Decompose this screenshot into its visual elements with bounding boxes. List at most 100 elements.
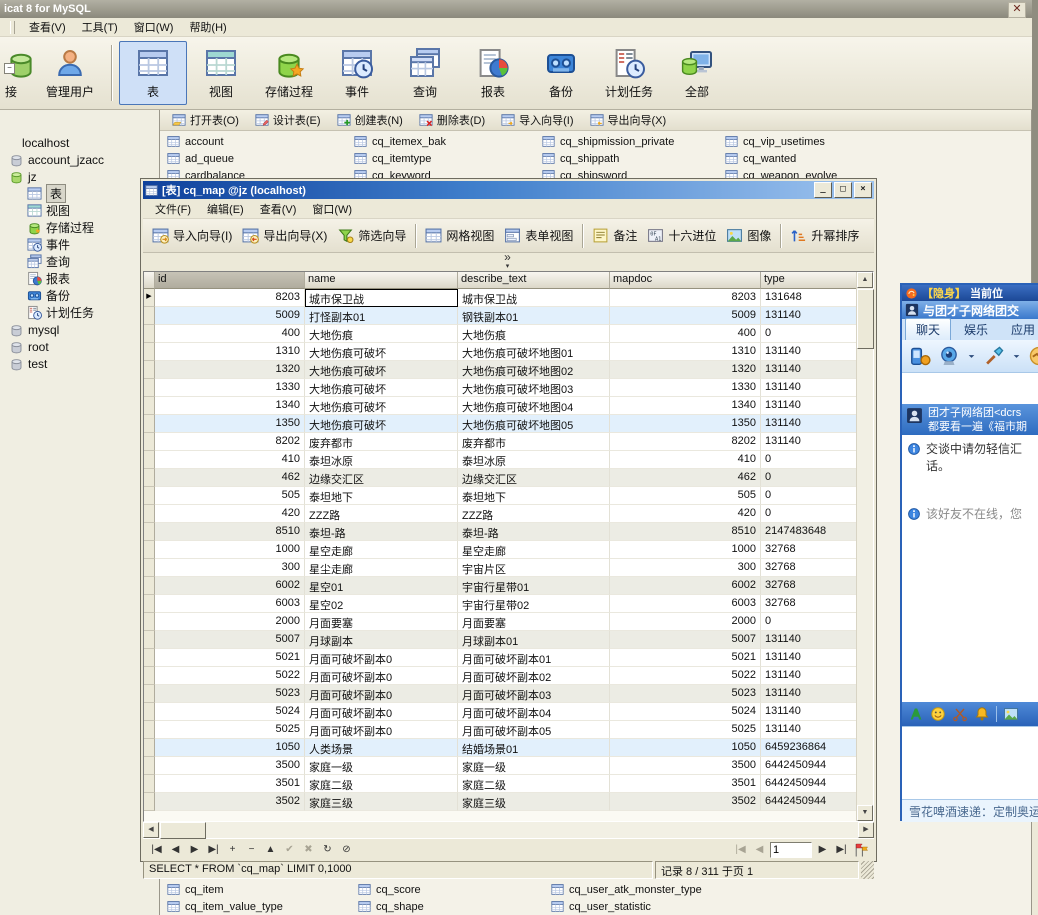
grid-cell[interactable]: 月面可破坏副本03 bbox=[458, 685, 610, 703]
object-toolbar-button[interactable]: 导出向导(X) bbox=[590, 112, 667, 128]
grid-cell[interactable]: 月面要塞 bbox=[305, 613, 458, 631]
table-row[interactable]: 1320大地伤痕可破坏大地伤痕可破坏地图021320131140 bbox=[144, 361, 857, 379]
grid-cell[interactable]: 5024 bbox=[610, 703, 761, 721]
grid-cell[interactable]: 5021 bbox=[155, 649, 305, 667]
table-row[interactable]: 3502家庭三级家庭三级35026442450944 bbox=[144, 793, 857, 811]
grid-cell[interactable]: 宇宙片区 bbox=[458, 559, 610, 577]
grid-cell[interactable]: 0 bbox=[761, 469, 857, 487]
chat-input-area[interactable] bbox=[902, 726, 1038, 799]
table-row[interactable]: 300星尘走廊宇宙片区30032768 bbox=[144, 559, 857, 577]
grid-cell[interactable]: 泰坦地下 bbox=[458, 487, 610, 505]
grid-cell[interactable]: 400 bbox=[610, 325, 761, 343]
toolbar-overflow-chevron[interactable]: »▾ bbox=[143, 253, 874, 271]
last-page-button[interactable]: ▶| bbox=[832, 841, 851, 859]
table-row[interactable]: 6003星空02宇宙行星带02600332768 bbox=[144, 595, 857, 613]
grid-cell[interactable]: 131140 bbox=[761, 343, 857, 361]
grid-cell[interactable]: 1050 bbox=[610, 739, 761, 757]
table-list-item[interactable]: cq_score bbox=[358, 883, 421, 896]
minimize-icon[interactable]: _ bbox=[814, 182, 832, 198]
grid-cell[interactable]: 家庭三级 bbox=[458, 793, 610, 811]
flags-icon[interactable] bbox=[852, 842, 870, 858]
grid-cell[interactable]: 32768 bbox=[761, 595, 857, 613]
grid-cell[interactable]: 大地伤痕可破坏地图04 bbox=[458, 397, 610, 415]
tree-item[interactable]: 事件 bbox=[0, 236, 159, 253]
row-marker[interactable] bbox=[144, 451, 155, 469]
toolbar-button[interactable]: 管理用户 bbox=[36, 41, 104, 105]
row-marker[interactable] bbox=[144, 613, 155, 631]
row-marker[interactable] bbox=[144, 685, 155, 703]
row-marker[interactable] bbox=[144, 757, 155, 775]
row-marker[interactable] bbox=[144, 739, 155, 757]
grid-cell[interactable]: 131140 bbox=[761, 433, 857, 451]
row-marker[interactable] bbox=[144, 595, 155, 613]
grid-cell[interactable]: 废弃都市 bbox=[305, 433, 458, 451]
grid-corner-cell[interactable] bbox=[144, 272, 155, 289]
grid-cell[interactable]: 131140 bbox=[761, 685, 857, 703]
grid-cell[interactable]: 1350 bbox=[155, 415, 305, 433]
grid-cell[interactable]: 420 bbox=[155, 505, 305, 523]
grid-cell[interactable]: 月面可破坏副本0 bbox=[305, 685, 458, 703]
grid-cell[interactable]: 6442450944 bbox=[761, 775, 857, 793]
first-page-button[interactable]: |◀ bbox=[731, 841, 750, 859]
grid-cell[interactable]: 城市保卫战 bbox=[305, 289, 458, 307]
menu-item[interactable]: 工具(T) bbox=[74, 17, 126, 37]
grid-cell[interactable]: 宇宙行星带01 bbox=[458, 577, 610, 595]
grid-cell[interactable]: 月面可破坏副本01 bbox=[458, 649, 610, 667]
page-input[interactable] bbox=[770, 842, 812, 858]
table-window-titlebar[interactable]: [表] cq_map @jz (localhost) _ □ × bbox=[143, 181, 874, 199]
grid-cell[interactable]: 大地伤痕可破坏 bbox=[305, 343, 458, 361]
tree-item[interactable]: 备份 bbox=[0, 287, 159, 304]
grid-cell[interactable]: 5023 bbox=[155, 685, 305, 703]
tree-item[interactable]: mysql bbox=[0, 321, 159, 338]
grid-cell[interactable]: 1050 bbox=[155, 739, 305, 757]
toolbar-button[interactable]: 全部 bbox=[663, 41, 731, 105]
grid-cell[interactable]: 410 bbox=[155, 451, 305, 469]
grid-cell[interactable]: 131140 bbox=[761, 631, 857, 649]
table-row[interactable]: 462边缘交汇区边缘交汇区4620 bbox=[144, 469, 857, 487]
row-marker[interactable] bbox=[144, 631, 155, 649]
object-toolbar-button[interactable]: 设计表(E) bbox=[255, 112, 321, 128]
row-marker[interactable] bbox=[144, 721, 155, 739]
grid-cell[interactable]: 3502 bbox=[155, 793, 305, 811]
table-row[interactable]: 400大地伤痕大地伤痕4000 bbox=[144, 325, 857, 343]
grid-cell[interactable]: 星空02 bbox=[305, 595, 458, 613]
stop-button[interactable]: ⊘ bbox=[337, 841, 356, 859]
grid-cell[interactable]: 大地伤痕可破坏地图01 bbox=[458, 343, 610, 361]
grid-cell[interactable]: 月球副本 bbox=[305, 631, 458, 649]
table-row[interactable]: 3500家庭一级家庭一级35006442450944 bbox=[144, 757, 857, 775]
chevron-down-icon[interactable] bbox=[1012, 352, 1021, 361]
post-record-button[interactable]: ✔ bbox=[280, 841, 299, 859]
grid-cell[interactable]: ZZZ路 bbox=[305, 505, 458, 523]
grid-cell[interactable]: 打怪副本01 bbox=[305, 307, 458, 325]
grid-cell[interactable]: 410 bbox=[610, 451, 761, 469]
tree-collapse-icon[interactable]: − bbox=[4, 63, 15, 74]
window-toolbar-button[interactable]: 0FA1 十六进位 bbox=[642, 224, 721, 247]
row-marker[interactable] bbox=[144, 469, 155, 487]
close-icon[interactable]: × bbox=[854, 182, 872, 198]
grid-cell[interactable]: 城市保卫战 bbox=[458, 289, 610, 307]
grid-cell[interactable]: 泰坦冰原 bbox=[458, 451, 610, 469]
menu-item[interactable]: 查看(V) bbox=[21, 17, 74, 37]
grid-cell[interactable]: 0 bbox=[761, 505, 857, 523]
grid-cell[interactable]: 月面可破坏副本04 bbox=[458, 703, 610, 721]
table-list-item[interactable]: cq_shippath bbox=[542, 152, 619, 165]
grid-cell[interactable]: 400 bbox=[155, 325, 305, 343]
grid-cell[interactable]: 32768 bbox=[761, 577, 857, 595]
table-row[interactable]: 2000月面要塞月面要塞20000 bbox=[144, 613, 857, 631]
grid-cell[interactable]: 8202 bbox=[155, 433, 305, 451]
app-titlebar[interactable]: icat 8 for MySQL bbox=[0, 0, 1038, 18]
column-header-describe-text[interactable]: describe_text bbox=[458, 272, 610, 289]
grid-cell[interactable]: 大地伤痕可破坏 bbox=[305, 361, 458, 379]
grid-cell[interactable]: 1000 bbox=[155, 541, 305, 559]
row-marker[interactable] bbox=[144, 415, 155, 433]
table-row[interactable]: 5009打怪副本01钢铁副本015009131140 bbox=[144, 307, 857, 325]
grid-cell[interactable]: 大地伤痕可破坏 bbox=[305, 397, 458, 415]
table-list-item[interactable]: cq_shipmission_private bbox=[542, 135, 674, 148]
next-record-button[interactable]: ▶ bbox=[185, 841, 204, 859]
grid-cell[interactable]: 6002 bbox=[610, 577, 761, 595]
maximize-icon[interactable]: □ bbox=[834, 182, 852, 198]
toolbar-button[interactable]: 计划任务 bbox=[595, 41, 663, 105]
row-marker[interactable] bbox=[144, 559, 155, 577]
row-marker[interactable] bbox=[144, 361, 155, 379]
table-row[interactable]: 3501家庭二级家庭二级35016442450944 bbox=[144, 775, 857, 793]
